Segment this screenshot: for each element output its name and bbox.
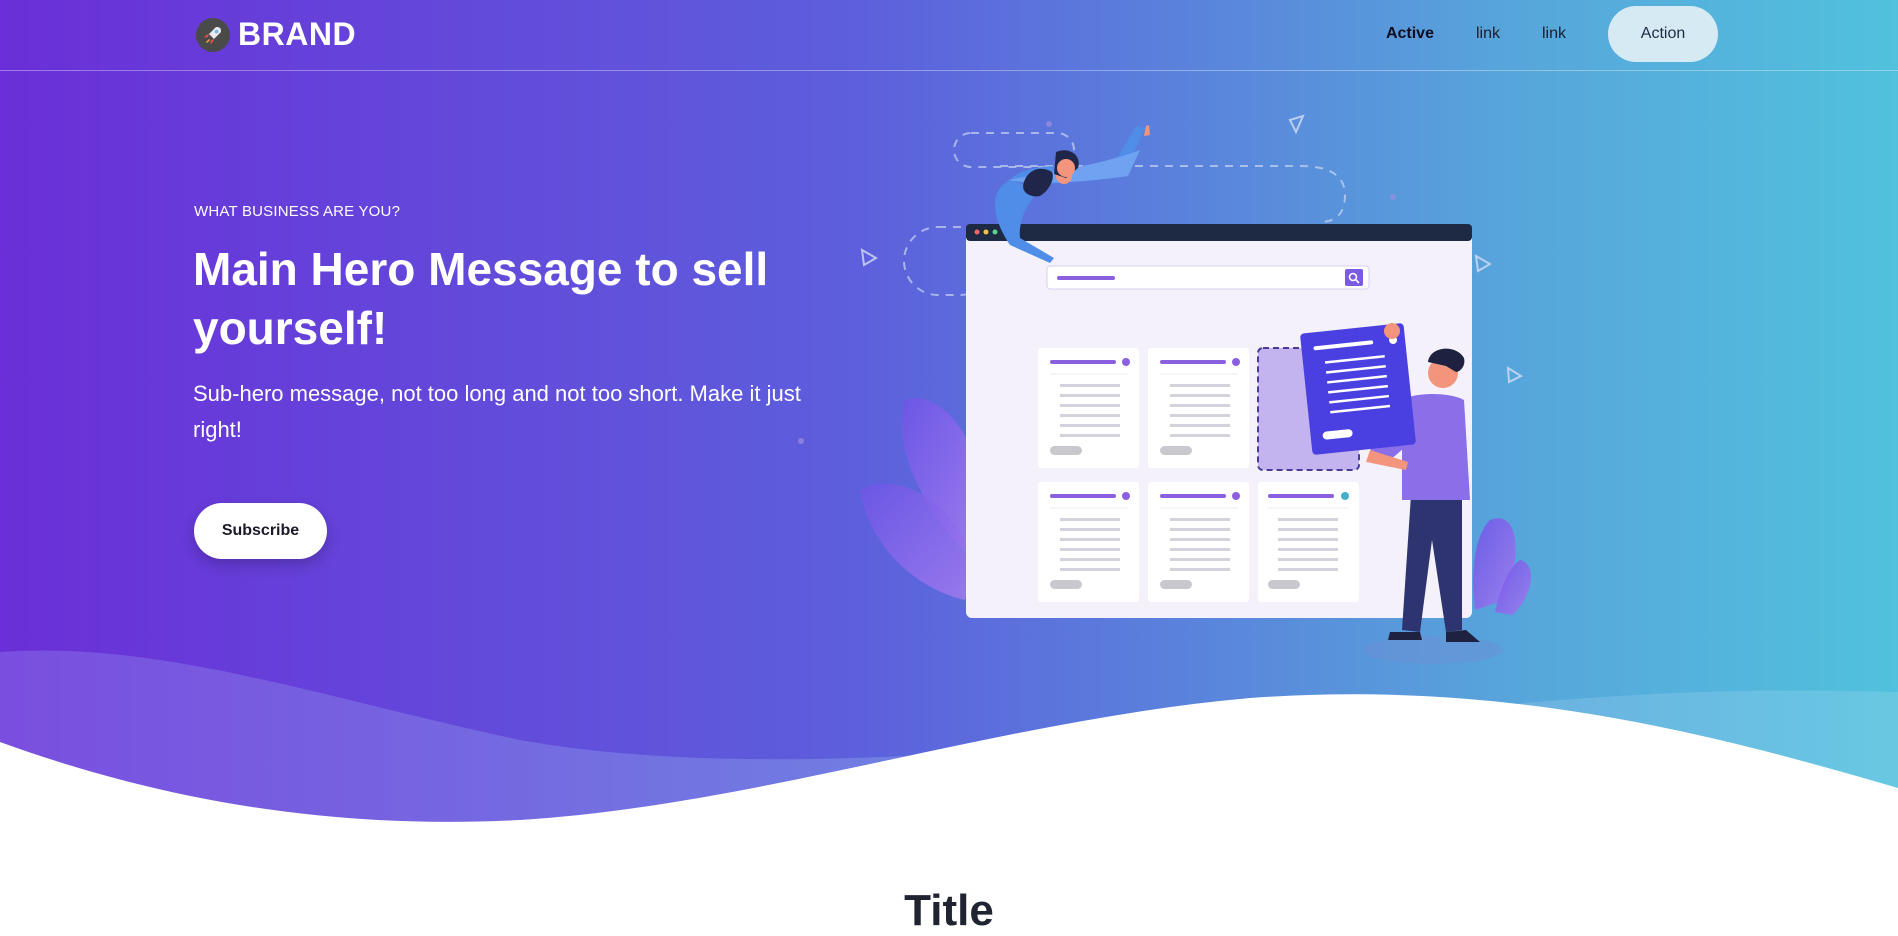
card — [1148, 348, 1249, 468]
hero-illustration — [798, 114, 1532, 664]
dot-decoration — [1046, 121, 1052, 127]
dot-decoration — [798, 438, 804, 444]
card — [1148, 482, 1249, 602]
section-title: Title — [904, 886, 994, 935]
card — [1038, 482, 1139, 602]
document-card — [1300, 323, 1416, 455]
card — [1038, 348, 1139, 468]
dot-decoration — [1390, 194, 1396, 200]
search-icon — [1345, 269, 1363, 286]
card — [1258, 482, 1359, 602]
